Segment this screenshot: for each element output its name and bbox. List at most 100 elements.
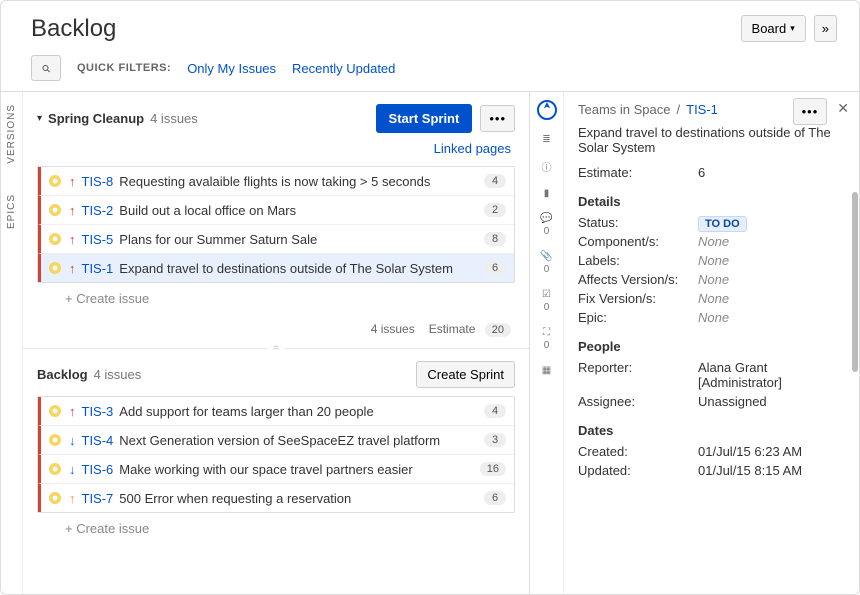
issue-row[interactable]: ↑ TIS-2 Build out a local office on Mars… (38, 196, 514, 225)
quick-filters-label: QUICK FILTERS: (77, 62, 171, 74)
section-header: ▾ Spring Cleanup 4 issues Start Sprint •… (37, 104, 515, 133)
affects-label: Affects Version/s: (578, 272, 698, 287)
create-issue-link[interactable]: + Create issue (37, 513, 515, 544)
created-label: Created: (578, 444, 698, 459)
detail-more-button[interactable]: ••• (793, 98, 828, 125)
priority-highest-icon: ↑ (69, 174, 76, 189)
chevron-down-icon[interactable]: ▾ (37, 113, 42, 124)
issue-type-icon (47, 490, 63, 506)
priority-low-icon: ↓ (69, 462, 76, 477)
issue-type-icon (47, 202, 63, 218)
start-sprint-button[interactable]: Start Sprint (376, 104, 473, 133)
assignee-label: Assignee: (578, 394, 698, 409)
updated-value: 01/Jul/15 8:15 AM (698, 463, 845, 478)
issue-type-icon (47, 461, 63, 477)
search-button[interactable] (31, 55, 61, 81)
collapse-button[interactable]: » (814, 15, 837, 42)
nav-subtasks[interactable]: ☑0 (530, 289, 563, 313)
page-title: Backlog (31, 15, 116, 43)
issue-summary: Expand travel to destinations outside of… (119, 261, 478, 276)
footer-count: 4 issues (371, 322, 415, 336)
filter-recently-updated[interactable]: Recently Updated (292, 61, 395, 76)
grid-icon: ▦ (542, 365, 551, 376)
nav-grid[interactable]: ▦ (530, 365, 563, 376)
issue-row[interactable]: ↑ TIS-1 Expand travel to destinations ou… (38, 254, 514, 282)
issue-key[interactable]: TIS-3 (82, 404, 114, 419)
issue-row[interactable]: ↑ TIS-8 Requesting avalaible flights is … (38, 167, 514, 196)
scrollbar[interactable] (852, 192, 858, 372)
nav-rocket[interactable] (530, 100, 563, 120)
estimate-pill: 2 (484, 203, 506, 217)
priority-highest-icon: ↑ (69, 232, 76, 247)
nav-align[interactable]: ≣ (530, 134, 563, 145)
issue-key[interactable]: TIS-7 (82, 491, 114, 506)
dates-heading: Dates (578, 423, 845, 438)
priority-highest-icon: ↑ (69, 203, 76, 218)
priority-highest-icon: ↑ (69, 404, 76, 419)
detail-nav: ≣ ⓘ ▮ 💬0 📎0 ☑0 ⛶0 ▦ (530, 92, 564, 594)
issue-list: ↑ TIS-3 Add support for teams larger tha… (37, 396, 515, 513)
issue-key[interactable]: TIS-4 (82, 433, 114, 448)
backlog-panel: ▾ Spring Cleanup 4 issues Start Sprint •… (23, 92, 529, 594)
issue-row[interactable]: ↑ TIS-7 500 Error when requesting a rese… (38, 484, 514, 512)
estimate-pill: 16 (480, 462, 506, 476)
filter-bar: QUICK FILTERS: Only My Issues Recently U… (1, 51, 859, 92)
create-sprint-button[interactable]: Create Sprint (416, 361, 515, 388)
issue-row[interactable]: ↑ TIS-3 Add support for teams larger tha… (38, 397, 514, 426)
issue-key[interactable]: TIS-5 (82, 232, 114, 247)
issue-key[interactable]: TIS-8 (82, 174, 114, 189)
detail-summary: Expand travel to destinations outside of… (578, 125, 845, 155)
page-header: Backlog Board▾ » (1, 1, 859, 51)
side-tab-versions[interactable]: VERSIONS (6, 104, 17, 164)
fix-value: None (698, 291, 845, 306)
issue-key[interactable]: TIS-6 (82, 462, 114, 477)
details-heading: Details (578, 194, 845, 209)
issue-key[interactable]: TIS-1 (82, 261, 114, 276)
check-icon: ☑ (542, 289, 551, 300)
status-badge[interactable]: TO DO (698, 216, 747, 232)
section-header: Backlog 4 issues Create Sprint (37, 361, 515, 388)
backlog-section: Backlog 4 issues Create Sprint ↑ TIS-3 A… (23, 349, 529, 552)
attachment-icon: 📎 (540, 251, 552, 262)
section-divider[interactable] (23, 348, 529, 349)
issue-type-icon (47, 403, 63, 419)
issue-row[interactable]: ↓ TIS-6 Make working with our space trav… (38, 455, 514, 484)
reporter-label: Reporter: (578, 360, 698, 390)
issue-key-link[interactable]: TIS-1 (686, 102, 718, 117)
issue-row[interactable]: ↓ TIS-4 Next Generation version of SeeSp… (38, 426, 514, 455)
issue-summary: 500 Error when requesting a reservation (119, 491, 478, 506)
link-icon: ⛶ (543, 327, 550, 338)
body: VERSIONS EPICS ▾ Spring Cleanup 4 issues… (1, 92, 859, 594)
estimate-label: Estimate: (578, 165, 698, 180)
tag-icon: ▮ (544, 188, 550, 199)
nav-links[interactable]: ⛶0 (530, 327, 563, 351)
linked-pages-link[interactable]: Linked pages (37, 137, 515, 166)
align-icon: ≣ (542, 134, 550, 145)
nav-attachments[interactable]: 📎0 (530, 251, 563, 275)
board-dropdown[interactable]: Board▾ (741, 15, 806, 42)
assignee-value: Unassigned (698, 394, 845, 409)
issue-summary: Build out a local office on Mars (119, 203, 478, 218)
sprint-section: ▾ Spring Cleanup 4 issues Start Sprint •… (23, 104, 529, 344)
issue-row[interactable]: ↑ TIS-5 Plans for our Summer Saturn Sale… (38, 225, 514, 254)
issue-type-icon (47, 231, 63, 247)
status-label: Status: (578, 215, 698, 230)
nav-tag[interactable]: ▮ (530, 188, 563, 199)
filter-only-my-issues[interactable]: Only My Issues (187, 61, 276, 76)
nav-info[interactable]: ⓘ (530, 159, 563, 174)
issue-key[interactable]: TIS-2 (82, 203, 114, 218)
close-icon[interactable]: ✕ (833, 98, 853, 125)
estimate-pill: 6 (484, 491, 506, 505)
search-icon (42, 62, 50, 75)
rocket-icon (537, 100, 557, 120)
estimate-pill: 8 (484, 232, 506, 246)
side-tab-epics[interactable]: EPICS (6, 194, 17, 229)
labels-label: Labels: (578, 253, 698, 268)
nav-comments[interactable]: 💬0 (530, 213, 563, 237)
create-issue-link[interactable]: + Create issue (37, 283, 515, 314)
more-button[interactable]: ••• (480, 105, 515, 132)
project-name[interactable]: Teams in Space (578, 102, 671, 117)
issue-type-icon (47, 260, 63, 276)
issue-summary: Next Generation version of SeeSpaceEZ tr… (119, 433, 478, 448)
components-label: Component/s: (578, 234, 698, 249)
